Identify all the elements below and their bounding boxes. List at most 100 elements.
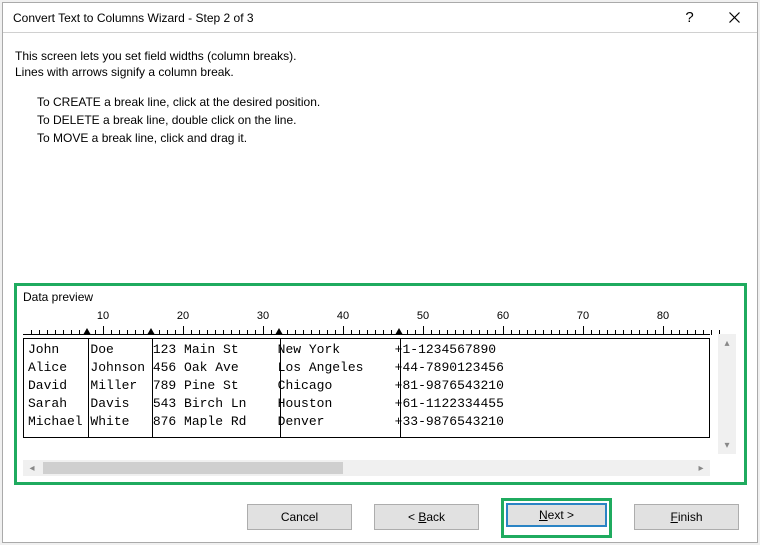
button-row: Cancel < Back Next > Finish <box>3 504 757 532</box>
dialog-body: This screen lets you set field widths (c… <box>3 33 757 145</box>
ruler-tick-minor <box>375 330 376 335</box>
tip-delete: To DELETE a break line, double click on … <box>37 113 745 127</box>
ruler-tick-label: 60 <box>497 310 509 322</box>
ruler-tick-minor <box>71 330 72 335</box>
ruler-tick-minor <box>319 330 320 335</box>
button-label: Cancel <box>281 510 318 524</box>
button-label: Next > <box>539 508 574 522</box>
column-break-arrow-icon[interactable] <box>83 328 91 335</box>
ruler-tick-major <box>263 326 264 335</box>
column-break-line[interactable] <box>88 339 89 437</box>
ruler-tick-major <box>503 326 504 335</box>
data-row: Alice Johnson 456 Oak Ave Los Angeles +4… <box>28 359 705 377</box>
ruler-tick-minor <box>671 330 672 335</box>
titlebar: Convert Text to Columns Wizard - Step 2 … <box>3 3 757 33</box>
cancel-button[interactable]: Cancel <box>247 504 352 530</box>
back-button[interactable]: < Back <box>374 504 479 530</box>
close-button[interactable] <box>712 3 757 32</box>
ruler-tick-minor <box>79 330 80 335</box>
ruler-tick-minor <box>615 330 616 335</box>
scroll-thumb[interactable] <box>43 462 343 474</box>
ruler-tick-minor <box>479 330 480 335</box>
ruler-tick-minor <box>63 330 64 335</box>
ruler-tick-minor <box>159 330 160 335</box>
column-break-line[interactable] <box>280 339 281 437</box>
data-row: Michael White 876 Maple Rd Denver +33-98… <box>28 413 705 431</box>
ruler-tick-minor <box>127 330 128 335</box>
ruler-tick-minor <box>495 330 496 335</box>
ruler-tick-label: 30 <box>257 310 269 322</box>
ruler-tick-minor <box>295 330 296 335</box>
button-label: < Back <box>408 510 445 524</box>
ruler-tick-minor <box>687 330 688 335</box>
ruler-tick-minor <box>111 330 112 335</box>
ruler-tick-minor <box>439 330 440 335</box>
ruler-tick-minor <box>527 330 528 335</box>
column-break-line[interactable] <box>152 339 153 437</box>
ruler-tick-minor <box>567 330 568 335</box>
finish-button[interactable]: Finish <box>634 504 739 530</box>
ruler-tick-minor <box>487 330 488 335</box>
ruler-tick-minor <box>167 330 168 335</box>
ruler-tick-minor <box>695 330 696 335</box>
ruler-tick-minor <box>287 330 288 335</box>
ruler-tick-minor <box>575 330 576 335</box>
ruler-tick-minor <box>599 330 600 335</box>
ruler-tick-major <box>343 326 344 335</box>
ruler-tick-minor <box>191 330 192 335</box>
ruler-tick-minor <box>223 330 224 335</box>
ruler-tick-minor <box>647 330 648 335</box>
scroll-left-icon[interactable]: ◂ <box>23 460 41 476</box>
ruler-tick-minor <box>511 330 512 335</box>
ruler-tick-minor <box>631 330 632 335</box>
horizontal-scrollbar[interactable]: ◂ ▸ <box>23 460 710 476</box>
data-preview-grid[interactable]: John Doe 123 Main St New York +1-1234567… <box>23 338 710 438</box>
ruler-tick-minor <box>703 330 704 335</box>
ruler-tick-minor <box>255 330 256 335</box>
column-break-arrow-icon[interactable] <box>395 328 403 335</box>
ruler-tick-minor <box>711 330 712 335</box>
scroll-right-icon[interactable]: ▸ <box>692 460 710 476</box>
ruler-tick-label: 80 <box>657 310 669 322</box>
ruler-tick-major <box>423 326 424 335</box>
ruler-tick-minor <box>359 330 360 335</box>
ruler-tick-minor <box>519 330 520 335</box>
ruler-tick-minor <box>247 330 248 335</box>
dialog-title: Convert Text to Columns Wizard - Step 2 … <box>13 11 667 25</box>
vertical-scrollbar[interactable]: ▴ ▾ <box>718 334 736 454</box>
ruler-tick-minor <box>335 330 336 335</box>
ruler-tick-minor <box>55 330 56 335</box>
ruler-tick-minor <box>471 330 472 335</box>
ruler-tick-minor <box>391 330 392 335</box>
data-preview-label: Data preview <box>23 290 738 304</box>
ruler-tick-minor <box>271 330 272 335</box>
ruler-tick-minor <box>679 330 680 335</box>
scroll-down-icon[interactable]: ▾ <box>718 436 736 454</box>
ruler-tick-minor <box>367 330 368 335</box>
ruler-tick-major <box>663 326 664 335</box>
data-row: John Doe 123 Main St New York +1-1234567… <box>28 341 705 359</box>
close-icon <box>729 12 740 23</box>
ruler-tick-minor <box>231 330 232 335</box>
ruler-tick-minor <box>327 330 328 335</box>
scroll-up-icon[interactable]: ▴ <box>718 334 736 352</box>
ruler-tick-minor <box>95 330 96 335</box>
intro-line-2: Lines with arrows signify a column break… <box>15 65 745 79</box>
ruler-tick-minor <box>31 330 32 335</box>
ruler-tick-label: 40 <box>337 310 349 322</box>
ruler[interactable]: 1020304050607080 <box>23 310 738 338</box>
ruler-tick-minor <box>39 330 40 335</box>
help-button[interactable]: ? <box>667 3 712 32</box>
ruler-tick-minor <box>143 330 144 335</box>
ruler-tick-minor <box>311 330 312 335</box>
next-button[interactable]: Next > <box>506 503 607 527</box>
column-break-arrow-icon[interactable] <box>275 328 283 335</box>
data-row: Sarah Davis 543 Birch Ln Houston +61-112… <box>28 395 705 413</box>
ruler-tick-minor <box>431 330 432 335</box>
column-break-line[interactable] <box>400 339 401 437</box>
ruler-tick-minor <box>119 330 120 335</box>
column-break-arrow-icon[interactable] <box>147 328 155 335</box>
wizard-dialog: Convert Text to Columns Wizard - Step 2 … <box>2 2 758 543</box>
ruler-tick-major <box>583 326 584 335</box>
ruler-tick-minor <box>239 330 240 335</box>
